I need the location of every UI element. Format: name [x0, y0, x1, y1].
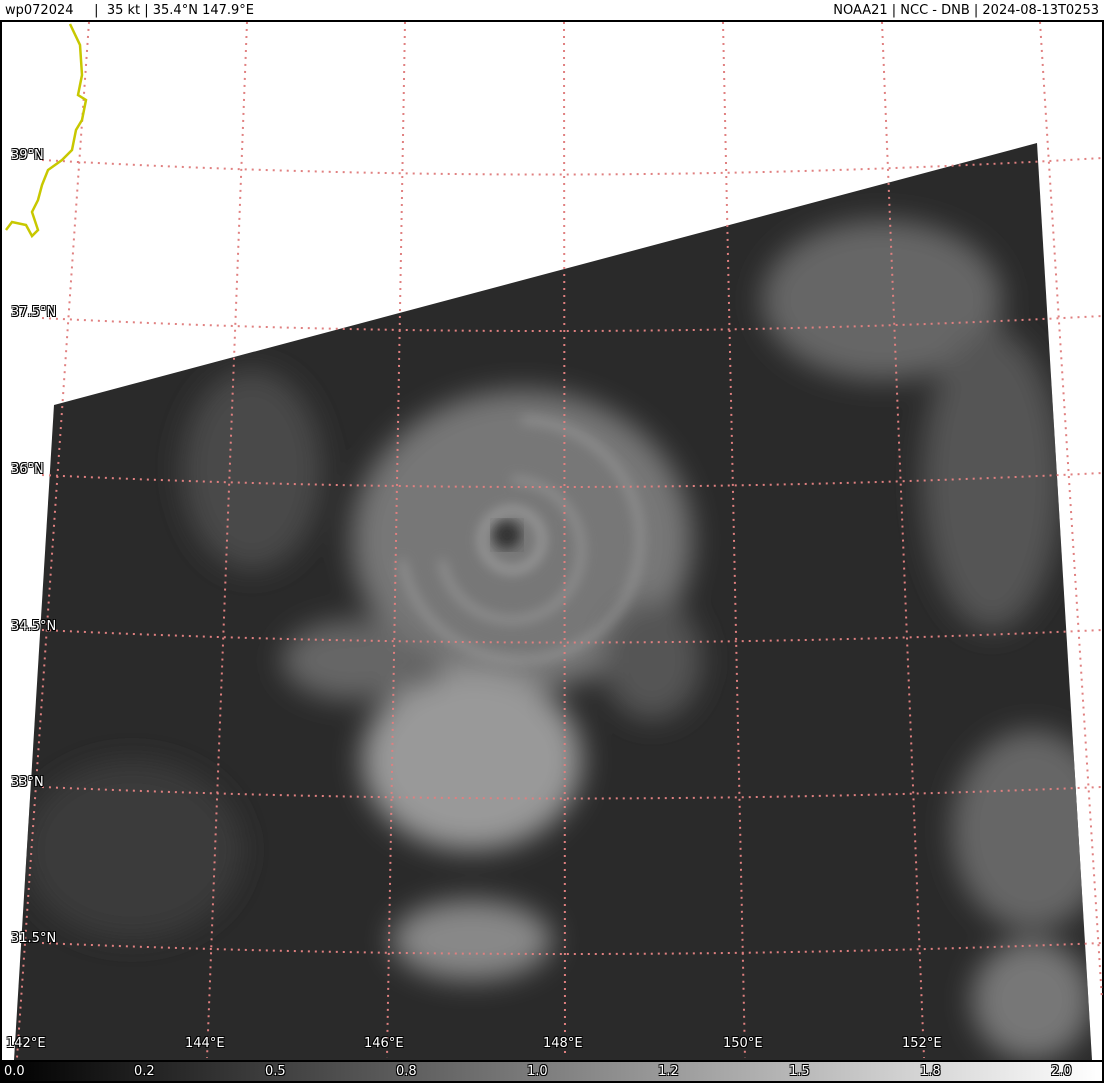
lon-label: 148°E [543, 1036, 583, 1051]
colorbar-tick: 0.0 [4, 1064, 25, 1079]
colorbar-tick: 1.8 [920, 1064, 941, 1079]
coastline [5, 23, 88, 239]
lon-label: 142°E [6, 1036, 46, 1051]
colorbar-tick: 0.8 [396, 1064, 417, 1079]
lat-label: 39°N [11, 148, 44, 163]
colorbar: 0.0 0.2 0.5 0.8 1.0 1.2 1.5 1.8 2.0 [0, 1060, 1104, 1083]
colorbar-tick: 0.2 [134, 1064, 155, 1079]
lon-label: 152°E [902, 1036, 942, 1051]
colorbar-tick: 1.2 [658, 1064, 679, 1079]
lon-label: 144°E [185, 1036, 225, 1051]
lat-label: 37.5°N [11, 305, 57, 320]
lat-label: 34.5°N [11, 619, 57, 634]
satellite-image: 39°N 37.5°N 36°N 34.5°N 33°N 31.5°N 142°… [0, 21, 1104, 1060]
colorbar-tick: 1.5 [789, 1064, 810, 1079]
lat-label: 33°N [11, 775, 44, 790]
satellite-map [5, 21, 1103, 1060]
lat-label: 31.5°N [11, 931, 57, 946]
colorbar-tick: 1.0 [527, 1064, 548, 1079]
colorbar-tick: 0.5 [265, 1064, 286, 1079]
lon-label: 150°E [723, 1036, 763, 1051]
lon-label: 146°E [364, 1036, 404, 1051]
colorbar-tick: 2.0 [1051, 1064, 1072, 1079]
lat-label: 36°N [11, 462, 44, 477]
